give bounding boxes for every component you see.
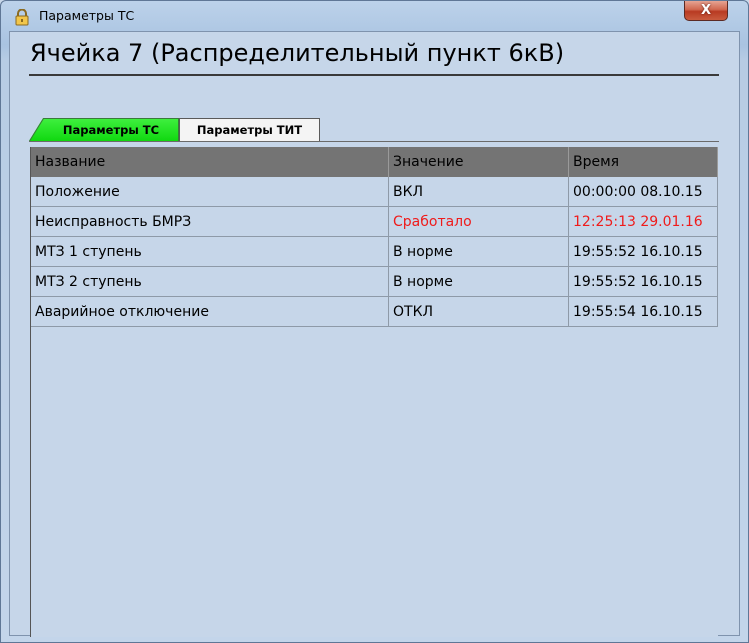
cell-value: ВКЛ xyxy=(389,177,569,207)
table-row[interactable]: Неисправность БМРЗ Сработало 12:25:13 29… xyxy=(31,207,718,237)
table-row[interactable]: МТЗ 2 ступень В норме 19:55:52 16.10.15 xyxy=(31,267,718,297)
tab-baseline xyxy=(29,141,719,142)
title-bar[interactable]: Параметры ТС X xyxy=(1,1,748,31)
close-button[interactable]: X xyxy=(684,1,728,21)
heading-divider xyxy=(29,74,719,76)
column-header-value[interactable]: Значение xyxy=(389,147,569,177)
cell-time: 19:55:52 16.10.15 xyxy=(569,267,718,297)
cell-time: 19:55:54 16.10.15 xyxy=(569,297,718,327)
cell-time: 19:55:52 16.10.15 xyxy=(569,237,718,267)
cell-value: Сработало xyxy=(389,207,569,237)
tab-tit-parameters[interactable]: Параметры ТИТ xyxy=(179,118,320,141)
cell-name: Аварийное отключение xyxy=(31,297,389,327)
table-empty-area xyxy=(31,327,718,637)
table-row[interactable]: Положение ВКЛ 00:00:00 08.10.15 xyxy=(31,177,718,207)
tab-ts-parameters[interactable]: Параметры ТС xyxy=(29,118,179,141)
lock-icon xyxy=(15,9,29,26)
parameters-window: Параметры ТС X Ячейка 7 (Распределительн… xyxy=(0,0,749,643)
cell-name: МТЗ 2 ступень xyxy=(31,267,389,297)
table-row[interactable]: МТЗ 1 ступень В норме 19:55:52 16.10.15 xyxy=(31,237,718,267)
cell-name: Неисправность БМРЗ xyxy=(31,207,389,237)
cell-time: 00:00:00 08.10.15 xyxy=(569,177,718,207)
window-title: Параметры ТС xyxy=(39,8,135,23)
table-header: Название Значение Время xyxy=(31,147,718,177)
page-title: Ячейка 7 (Распределительный пункт 6кВ) xyxy=(30,39,565,67)
cell-time: 12:25:13 29.01.16 xyxy=(569,207,718,237)
tab-label: Параметры ТС xyxy=(62,122,160,137)
cell-name: МТЗ 1 ступень xyxy=(31,237,389,267)
table-row[interactable]: Аварийное отключение ОТКЛ 19:55:54 16.10… xyxy=(31,297,718,327)
close-icon: X xyxy=(700,3,712,18)
tab-label: Параметры ТИТ xyxy=(196,123,303,137)
column-header-time[interactable]: Время xyxy=(569,147,718,177)
column-header-name[interactable]: Название xyxy=(31,147,389,177)
cell-name: Положение xyxy=(31,177,389,207)
cell-value: В норме xyxy=(389,237,569,267)
cell-value: ОТКЛ xyxy=(389,297,569,327)
parameters-table: Название Значение Время Положение ВКЛ 00… xyxy=(30,147,718,637)
cell-value: В норме xyxy=(389,267,569,297)
